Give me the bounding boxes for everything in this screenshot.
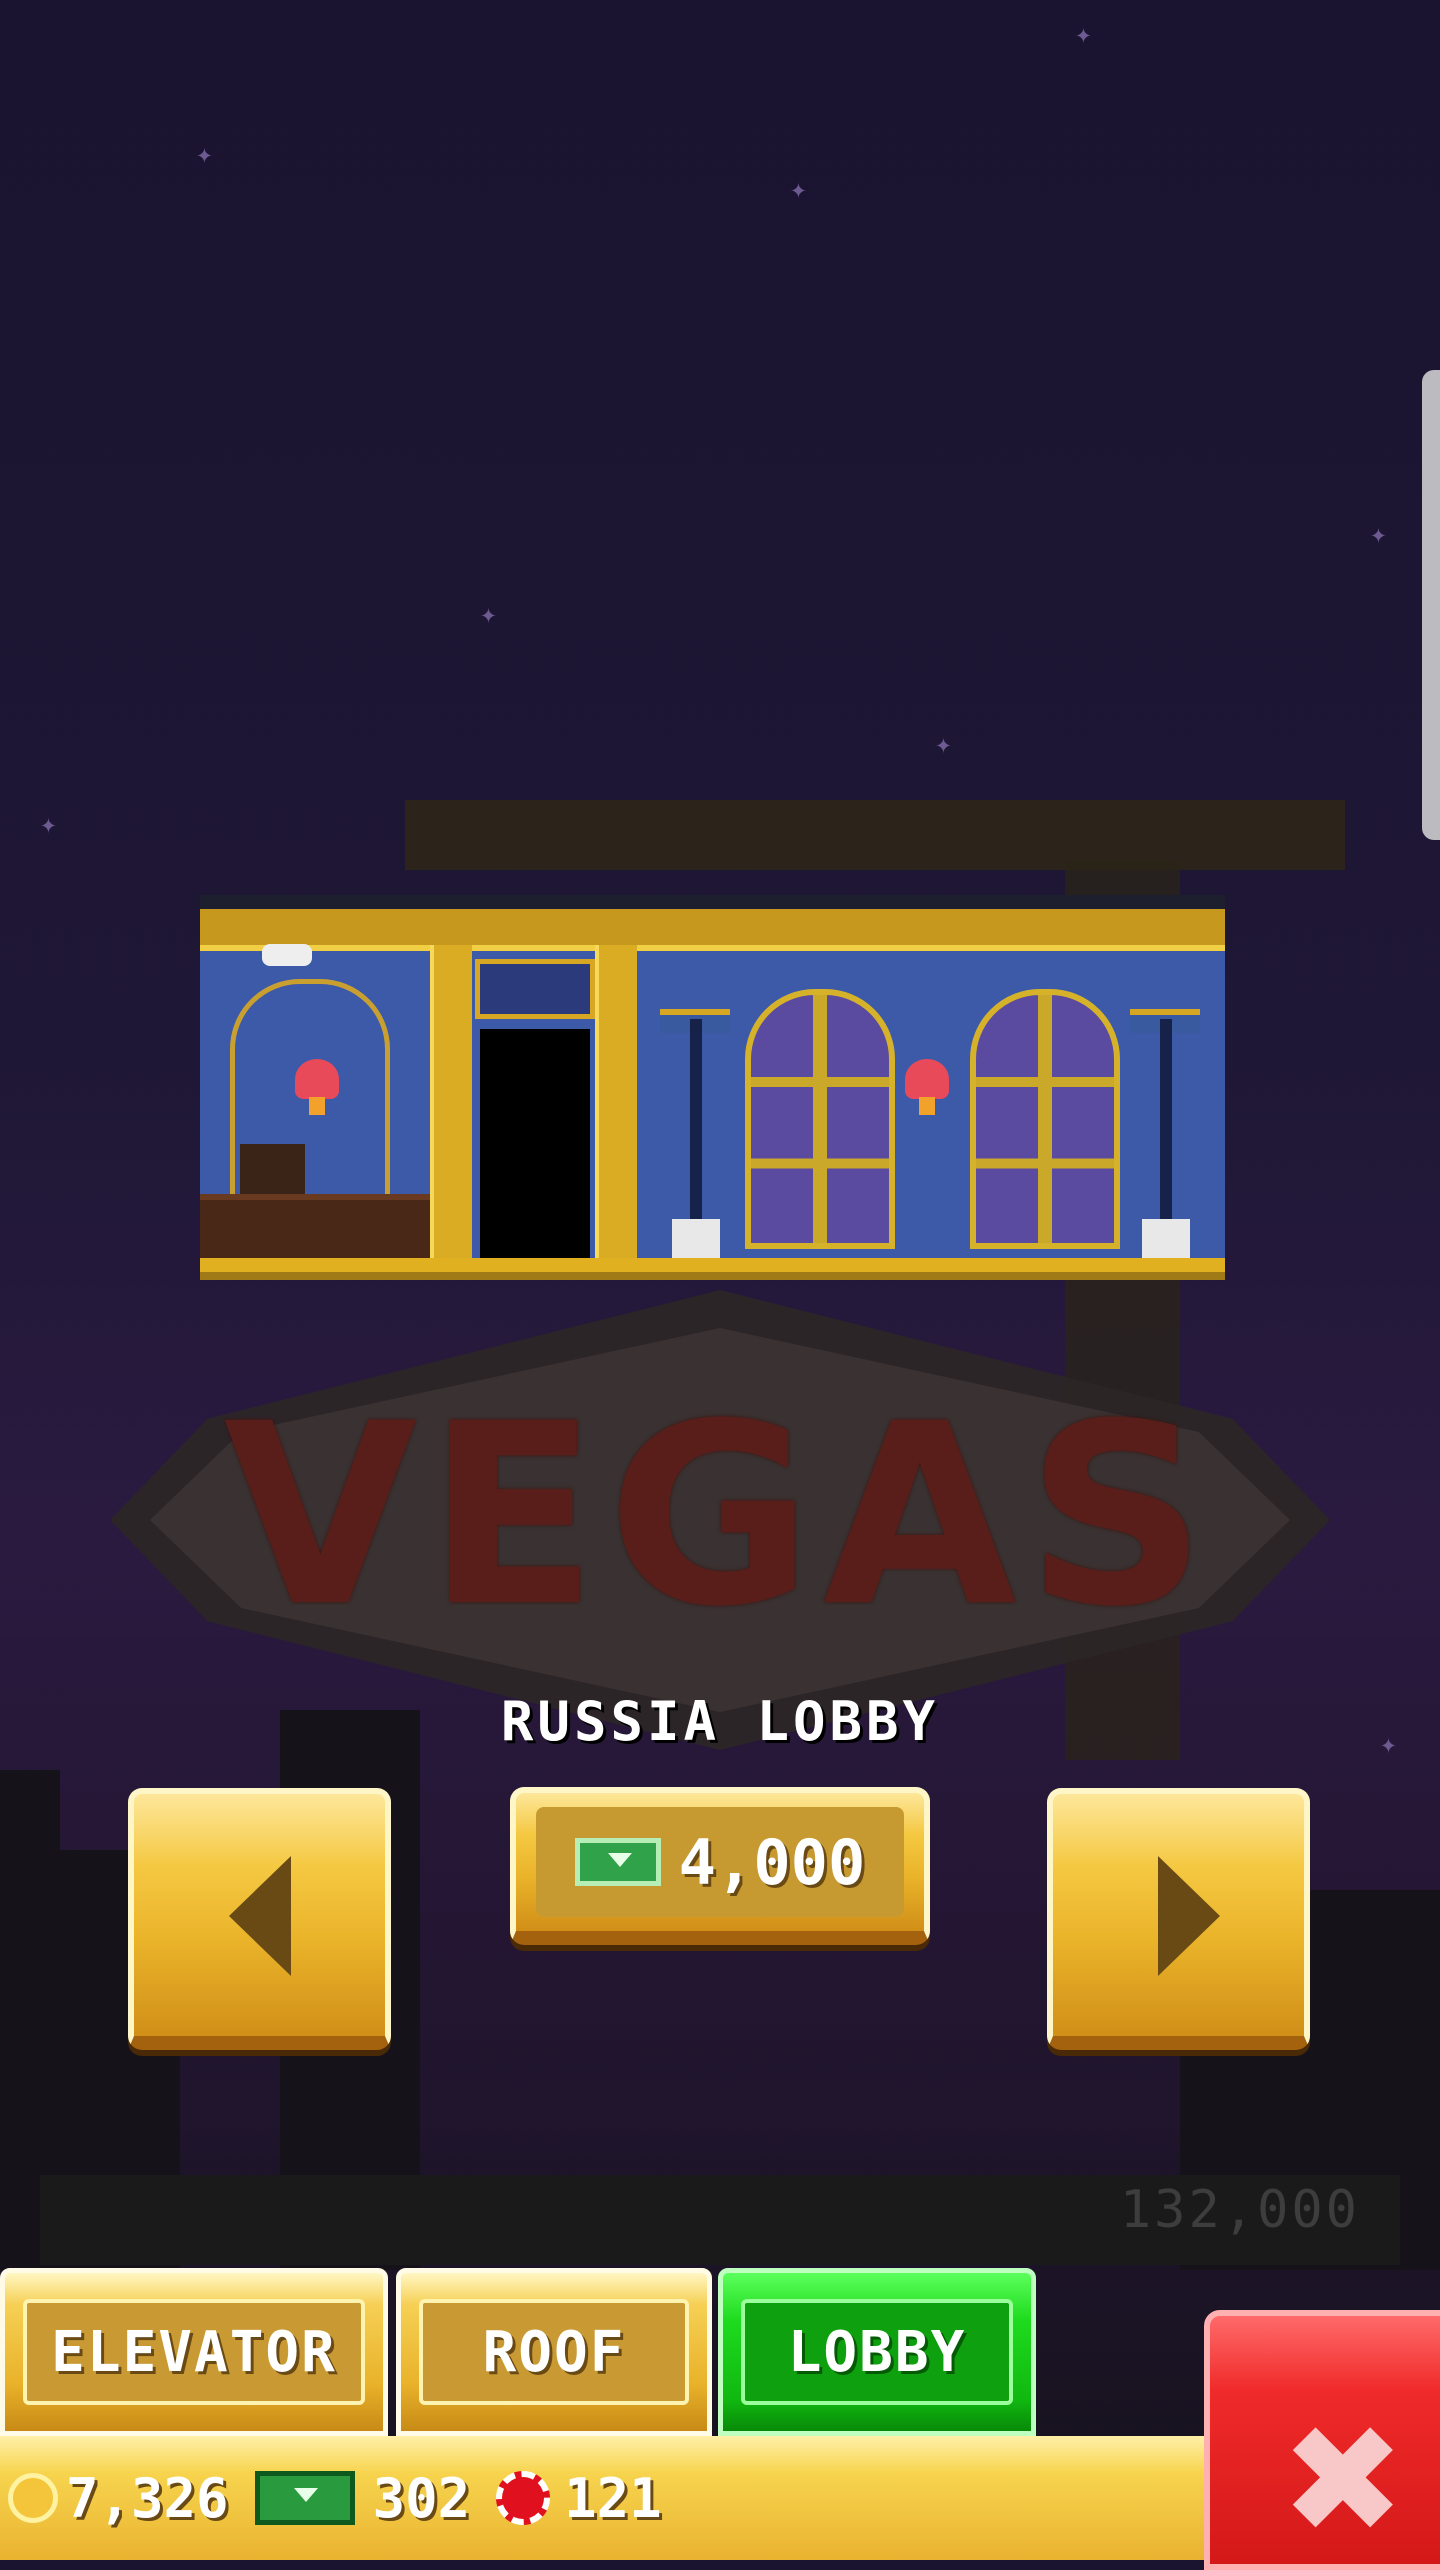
elevator-door [480,1029,590,1272]
right-arrow-icon [1158,1856,1220,1976]
coins-stat: 7,326 [8,2467,229,2530]
tab-label: ELEVATOR [51,2319,337,2385]
bux-icon [254,2471,355,2525]
wall-lamp [905,1059,949,1115]
reception-chair [240,1144,305,1196]
left-arrow-icon [229,1856,291,1976]
tab-face: ROOF [419,2299,689,2405]
tab-roof[interactable]: ROOF [396,2268,712,2436]
plinth [672,1219,720,1259]
gold-pillar [430,945,472,1272]
casino-chip-icon [496,2471,551,2525]
plinth [1142,1219,1190,1259]
coin-icon [8,2473,58,2523]
arched-window [970,989,1120,1249]
bux-stat: 302 [254,2466,471,2530]
arched-window [745,989,895,1249]
close-button[interactable]: ✖ [1204,2310,1440,2570]
chips-value: 121 [564,2466,662,2530]
previous-lobby-button[interactable] [128,1788,391,2050]
bux-value: 302 [372,2466,471,2530]
lobby-cornice [200,909,1225,951]
tab-lobby[interactable]: LOBBY [718,2268,1036,2436]
buy-button-face: 4,000 [536,1807,904,1917]
candelabra-pole [1160,1019,1172,1229]
edge-panel-handle[interactable] [1422,370,1440,840]
candelabra-pole [690,1019,702,1229]
tab-face: LOBBY [741,2299,1013,2405]
next-lobby-button[interactable] [1047,1788,1310,2050]
security-camera [262,944,312,966]
buy-lobby-button[interactable]: 4,000 [510,1787,930,1945]
chips-stat: 121 [496,2467,662,2530]
crane-arm [405,800,1345,870]
item-title: RUSSIA LOBBY [500,1690,940,1753]
tab-elevator[interactable]: ELEVATOR [0,2268,388,2436]
tab-label: LOBBY [787,2319,967,2385]
buy-price: 4,000 [678,1825,866,1899]
lobby-floor [200,1258,1225,1272]
door-emblem [475,959,595,1019]
wall-lamp [295,1059,339,1115]
background-figure: 132,000 [1119,2180,1360,2240]
gold-pillar [595,945,637,1272]
tab-face: ELEVATOR [23,2299,365,2405]
lobby-preview [200,895,1225,1280]
close-x-icon: ✖ [1280,2394,1406,2568]
tab-label: ROOF [482,2319,626,2385]
bux-cash-icon [574,1838,661,1886]
coins-value: 7,326 [66,2466,229,2530]
vegas-sign-text: VEGAS [223,1370,1217,1661]
